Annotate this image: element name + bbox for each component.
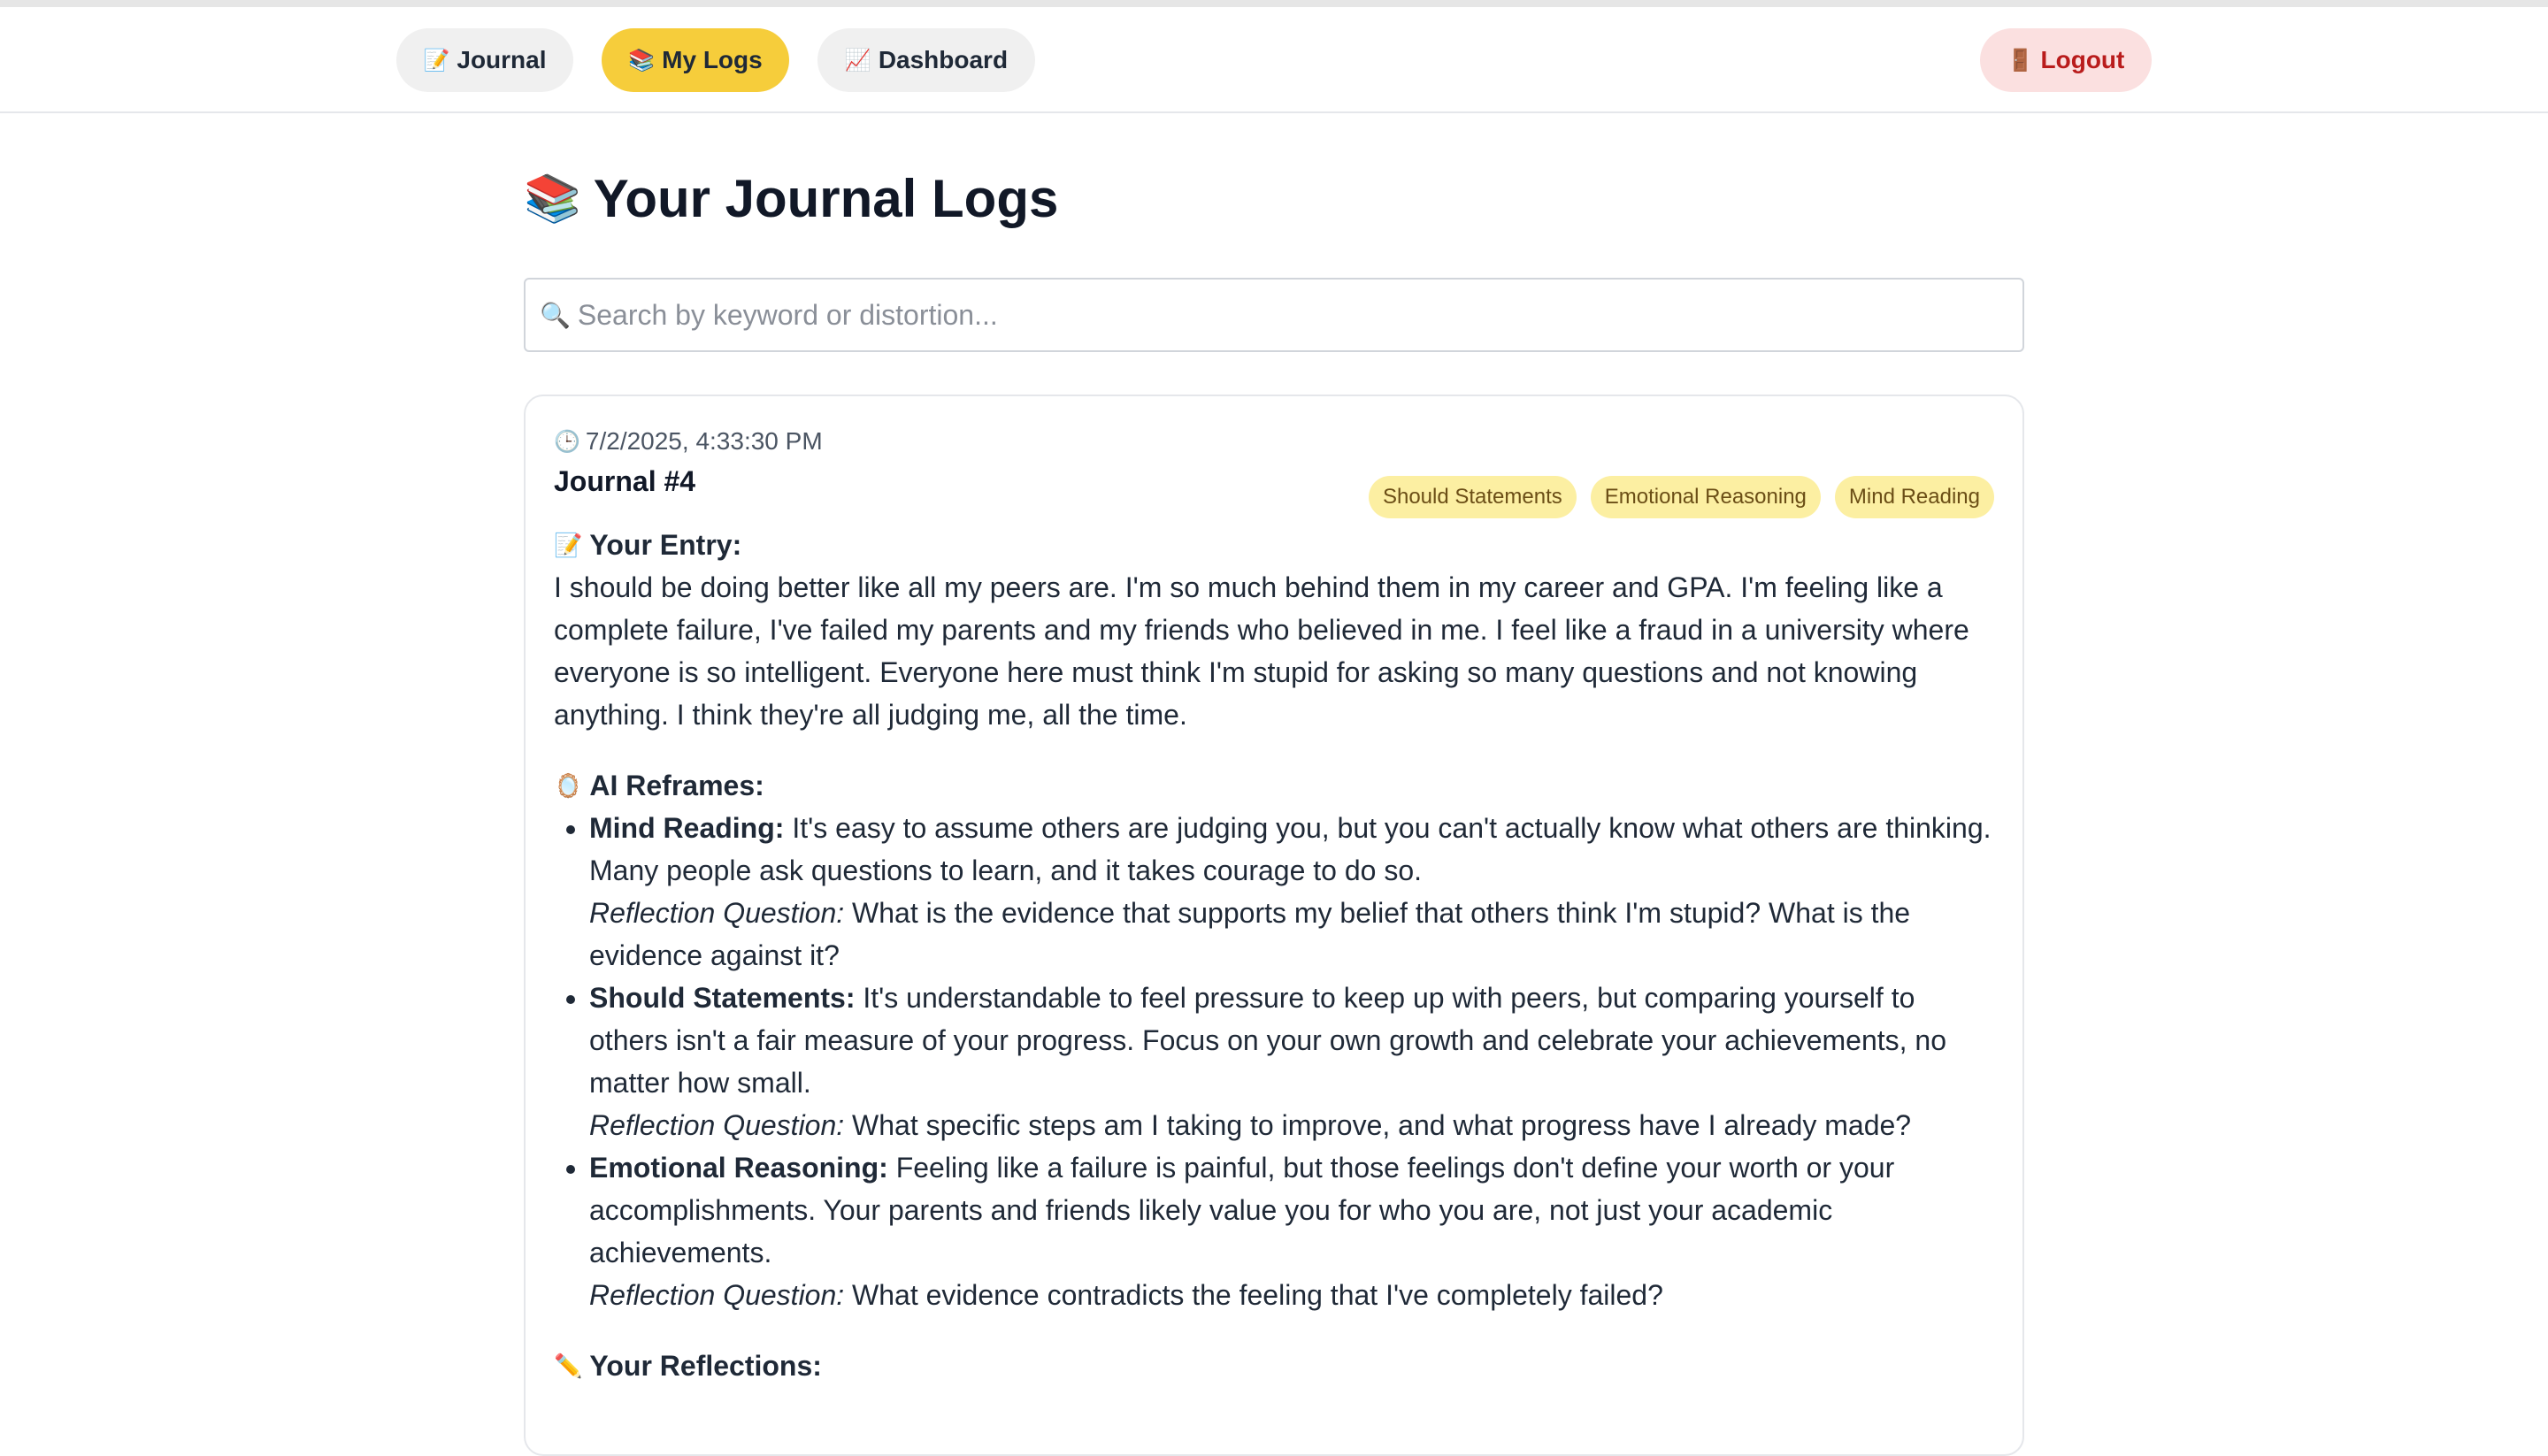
reframe-distortion: Mind Reading:: [589, 812, 785, 844]
reframe-distortion: Emotional Reasoning:: [589, 1152, 888, 1184]
logout-label: Logout: [2040, 46, 2125, 73]
memo-icon: 📝: [423, 48, 450, 73]
reflections-label-text: Your Reflections:: [589, 1349, 822, 1382]
entry-section-label: 📝 Your Entry:: [554, 524, 1994, 566]
door-icon: 🚪: [2007, 48, 2034, 73]
page-title-text: Your Journal Logs: [593, 169, 1059, 228]
reframe-item: Mind Reading: It's easy to assume others…: [589, 807, 1994, 977]
nav-dashboard-button[interactable]: 📈 Dashboard: [817, 28, 1035, 92]
reframe-text: It's easy to assume others are judging y…: [589, 812, 1992, 886]
ai-reframes-label-text: AI Reframes:: [589, 769, 764, 801]
nav-my-logs-label: My Logs: [662, 46, 763, 73]
reframe-item: Emotional Reasoning: Feeling like a fail…: [589, 1146, 1994, 1316]
journal-log-header: 🕒 7/2/2025, 4:33:30 PM Journal #4 Should…: [554, 426, 1994, 518]
top-navigation-bar: 📝 Journal 📚 My Logs 📈 Dashboard 🚪 Logout: [0, 7, 2548, 113]
reframe-item: Should Statements: It's understandable t…: [589, 977, 1994, 1146]
journal-timestamp: 🕒 7/2/2025, 4:33:30 PM: [554, 426, 1994, 456]
top-edge: [0, 0, 2548, 7]
memo-icon: 📝: [554, 531, 583, 558]
nav-journal-label: Journal: [457, 46, 547, 73]
journal-log-card: 🕒 7/2/2025, 4:33:30 PM Journal #4 Should…: [524, 395, 2024, 1456]
distortion-tags: Should Statements Emotional Reasoning Mi…: [1355, 476, 1994, 518]
distortion-tag: Emotional Reasoning: [1590, 476, 1821, 518]
reflection-question: What specific steps am I taking to impro…: [852, 1109, 1912, 1141]
journal-timestamp-text: 7/2/2025, 4:33:30 PM: [585, 427, 823, 455]
nav-dashboard-label: Dashboard: [878, 46, 1009, 73]
pencil-icon: ✏️: [554, 1352, 583, 1379]
search-icon: 🔍: [540, 301, 571, 329]
reframes-list: Mind Reading: It's easy to assume others…: [554, 807, 1994, 1316]
distortion-tag: Should Statements: [1368, 476, 1577, 518]
reflection-question-label: Reflection Question:: [589, 1279, 845, 1311]
ai-reframes-label: 🪞 AI Reframes:: [554, 764, 1994, 807]
page-title: 📚 Your Journal Logs: [524, 168, 1058, 229]
reflection-question: What evidence contradicts the feeling th…: [852, 1279, 1663, 1311]
entry-text: I should be doing better like all my pee…: [554, 571, 1969, 731]
distortion-tag: Mind Reading: [1834, 476, 1994, 518]
nav-my-logs-button[interactable]: 📚 My Logs: [602, 28, 789, 92]
clock-icon: 🕒: [554, 429, 580, 454]
nav-journal-button[interactable]: 📝 Journal: [396, 28, 573, 92]
reflection-question-label: Reflection Question:: [589, 1109, 845, 1141]
chart-increasing-icon: 📈: [844, 48, 871, 73]
logout-button[interactable]: 🚪 Logout: [1980, 28, 2152, 92]
books-icon: 📚: [628, 48, 656, 73]
reframe-distortion: Should Statements:: [589, 982, 856, 1014]
reflection-question-label: Reflection Question:: [589, 897, 845, 929]
books-icon: 📚: [524, 173, 581, 225]
search-box: 🔍: [524, 278, 2024, 352]
entry-section-label-text: Your Entry:: [589, 528, 742, 561]
search-input[interactable]: [575, 297, 1960, 333]
mirror-icon: 🪞: [554, 771, 583, 799]
reflections-label: ✏️ Your Reflections:: [554, 1345, 1994, 1387]
